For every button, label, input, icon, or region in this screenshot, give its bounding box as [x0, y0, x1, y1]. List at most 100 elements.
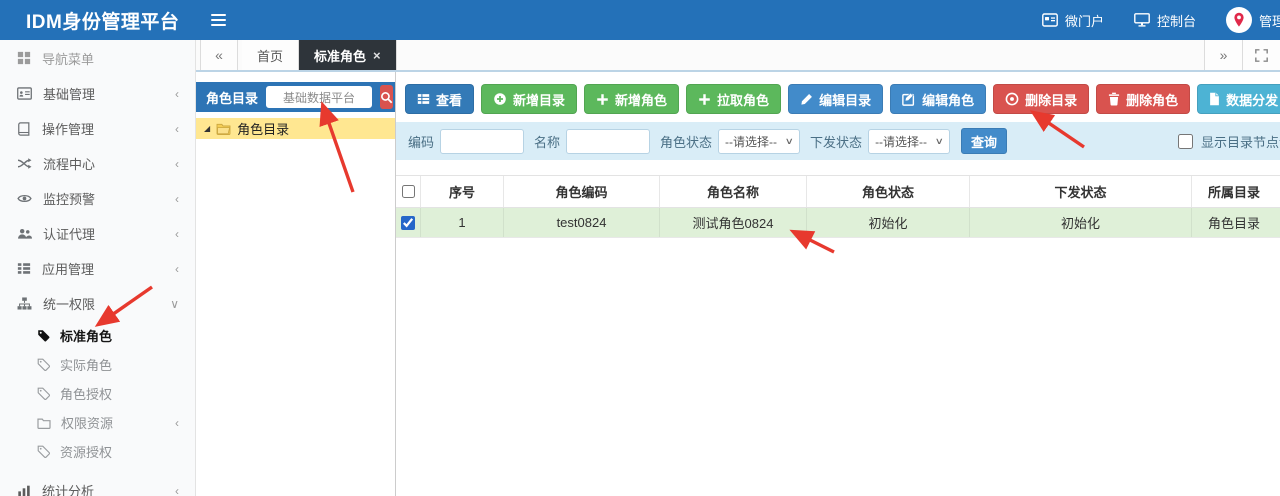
chevron-down-icon: ∨ — [785, 135, 795, 146]
chevron-left-icon: ‹ — [175, 191, 179, 206]
chevron-down-icon: ∨ — [935, 135, 945, 146]
console-link[interactable]: 控制台 — [1134, 11, 1196, 30]
edit-role-button[interactable]: 编辑角色 — [890, 84, 987, 114]
chevron-left-icon: ‹ — [175, 415, 179, 430]
table-row[interactable]: 1 test0824 测试角色0824 初始化 初始化 角色目录 — [396, 208, 1280, 238]
chevron-left-icon: ‹ — [175, 261, 179, 276]
search-icon — [380, 91, 393, 104]
fullscreen-button[interactable] — [1242, 40, 1280, 70]
cell-role-status: 初始化 — [806, 208, 969, 237]
select-all-checkbox[interactable] — [401, 185, 415, 198]
tab-standard-role[interactable]: 标准角色 × — [299, 40, 397, 70]
plus-icon — [698, 93, 711, 106]
query-button[interactable]: 查询 — [961, 128, 1008, 154]
cell-dispatch-status: 初始化 — [969, 208, 1191, 237]
delete-role-button[interactable]: 删除角色 — [1096, 84, 1191, 114]
avatar — [1225, 7, 1252, 33]
double-left-icon: « — [215, 47, 223, 63]
users-icon — [17, 227, 32, 240]
dispatch-status-label: 下发状态 — [810, 134, 863, 150]
sidebar-item-actual-role[interactable]: 实际角色 — [0, 350, 195, 379]
tag-icon — [37, 387, 50, 400]
topbar-right: 微门户 控制台 管理员 — [1042, 7, 1280, 33]
tabs-scroll-right-button[interactable]: » — [1204, 40, 1242, 70]
col-header-dispatch-status: 下发状态 — [969, 176, 1191, 207]
col-header-role-name: 角色名称 — [659, 176, 806, 207]
role-directory-header: 角色目录 — [196, 82, 395, 112]
row-checkbox[interactable] — [401, 215, 415, 230]
role-directory-panel: 角色目录 ◢ 角色目录 — [196, 72, 396, 496]
code-input[interactable] — [440, 128, 525, 154]
tree-node-role-directory[interactable]: ◢ 角色目录 — [196, 118, 395, 139]
folder-open-icon — [216, 122, 231, 135]
add-role-button[interactable]: 新增角色 — [584, 84, 680, 114]
sidebar-item-basic-mgmt[interactable]: 基础管理 ‹ — [0, 76, 195, 111]
toolbar: 查看 新增目录 新增角色 拉取角色 编辑目录 编辑角色 删除目录 删除角色 数据… — [405, 84, 1280, 114]
sidebar: 导航菜单 基础管理 ‹ 操作管理 ‹ 流程中心 ‹ 监控预警 ‹ 认证代理 ‹ — [0, 40, 196, 496]
tree-search-input[interactable] — [266, 86, 373, 108]
col-header-role-status: 角色状态 — [806, 176, 969, 207]
edit-directory-button[interactable]: 编辑目录 — [788, 84, 884, 114]
cell-role-name: 测试角色0824 — [659, 208, 806, 237]
trash-icon — [1108, 92, 1120, 106]
user-menu[interactable]: 管理员 — [1225, 7, 1280, 33]
code-label: 编码 — [408, 134, 435, 150]
close-icon[interactable]: × — [373, 48, 381, 63]
role-status-select[interactable]: --请选择-- ∨ — [718, 128, 801, 154]
chevron-down-icon: ∨ — [170, 296, 179, 311]
col-header-role-code: 角色编码 — [503, 176, 659, 207]
minus-circle-icon — [1005, 92, 1019, 106]
file-icon — [1209, 92, 1220, 106]
sidebar-item-unified-permission[interactable]: 统一权限 ∨ — [0, 286, 195, 321]
sidebar-item-app-mgmt[interactable]: 应用管理 ‹ — [0, 251, 195, 286]
sidebar-item-resource-authorization[interactable]: 资源授权 — [0, 437, 195, 466]
tab-home[interactable]: 首页 — [242, 40, 300, 70]
tree-search-button[interactable] — [380, 85, 394, 109]
tree-expand-caret-icon[interactable]: ◢ — [204, 124, 210, 133]
sidebar-item-monitor-alert[interactable]: 监控预警 ‹ — [0, 181, 195, 216]
hamburger-menu-icon[interactable] — [211, 14, 227, 26]
eye-icon — [17, 193, 32, 204]
double-right-icon: » — [1219, 47, 1228, 63]
col-header-seq: 序号 — [420, 176, 503, 207]
sitemap-icon — [17, 297, 32, 310]
sidebar-item-operation-mgmt[interactable]: 操作管理 ‹ — [0, 111, 195, 146]
plus-icon — [596, 93, 609, 106]
delete-directory-button[interactable]: 删除目录 — [993, 84, 1090, 114]
sidebar-header: 导航菜单 — [0, 40, 195, 76]
add-directory-button[interactable]: 新增目录 — [481, 84, 578, 114]
tag-icon — [37, 329, 50, 342]
sidebar-item-standard-role[interactable]: 标准角色 — [0, 321, 195, 350]
folder-icon — [37, 417, 51, 429]
expand-icon — [1255, 48, 1268, 62]
sidebar-item-statistics[interactable]: 统计分析 ‹ — [0, 473, 195, 496]
show-directory-nodes-toggle[interactable]: 显示目录节点记 — [1177, 132, 1280, 151]
monitor-icon — [1134, 13, 1150, 27]
table-icon — [417, 93, 430, 105]
app-title: IDM身份管理平台 — [26, 11, 180, 33]
cell-directory: 角色目录 — [1191, 208, 1276, 237]
name-label: 名称 — [534, 134, 561, 150]
sidebar-item-permission-resource[interactable]: 权限资源 ‹ — [0, 408, 195, 437]
sidebar-item-process-center[interactable]: 流程中心 ‹ — [0, 146, 195, 181]
sidebar-item-auth-proxy[interactable]: 认证代理 ‹ — [0, 216, 195, 251]
tag-icon — [37, 358, 50, 371]
view-button[interactable]: 查看 — [405, 84, 475, 114]
name-input[interactable] — [566, 128, 651, 154]
pull-role-button[interactable]: 拉取角色 — [686, 84, 782, 114]
show-directory-nodes-checkbox[interactable] — [1177, 133, 1193, 149]
chevron-left-icon: ‹ — [175, 86, 179, 101]
filter-bar: 编码 名称 角色状态 --请选择-- ∨ 下发状态 --请选择-- ∨ 查询 显… — [396, 122, 1280, 160]
sidebar-item-role-authorization[interactable]: 角色授权 — [0, 379, 195, 408]
chevron-left-icon: ‹ — [175, 121, 179, 136]
location-pin-icon — [1234, 12, 1244, 27]
dispatch-status-select[interactable]: --请选择-- ∨ — [868, 128, 951, 154]
shuffle-icon — [17, 157, 32, 170]
data-distribute-button[interactable]: 数据分发 — [1197, 84, 1280, 114]
book-icon — [17, 121, 31, 136]
portal-link[interactable]: 微门户 — [1042, 11, 1104, 30]
cell-seq: 1 — [420, 208, 503, 237]
panel-title: 角色目录 — [206, 90, 259, 106]
tabbar: « 首页 标准角色 × » — [196, 40, 1280, 72]
tabs-scroll-left-button[interactable]: « — [200, 40, 238, 70]
